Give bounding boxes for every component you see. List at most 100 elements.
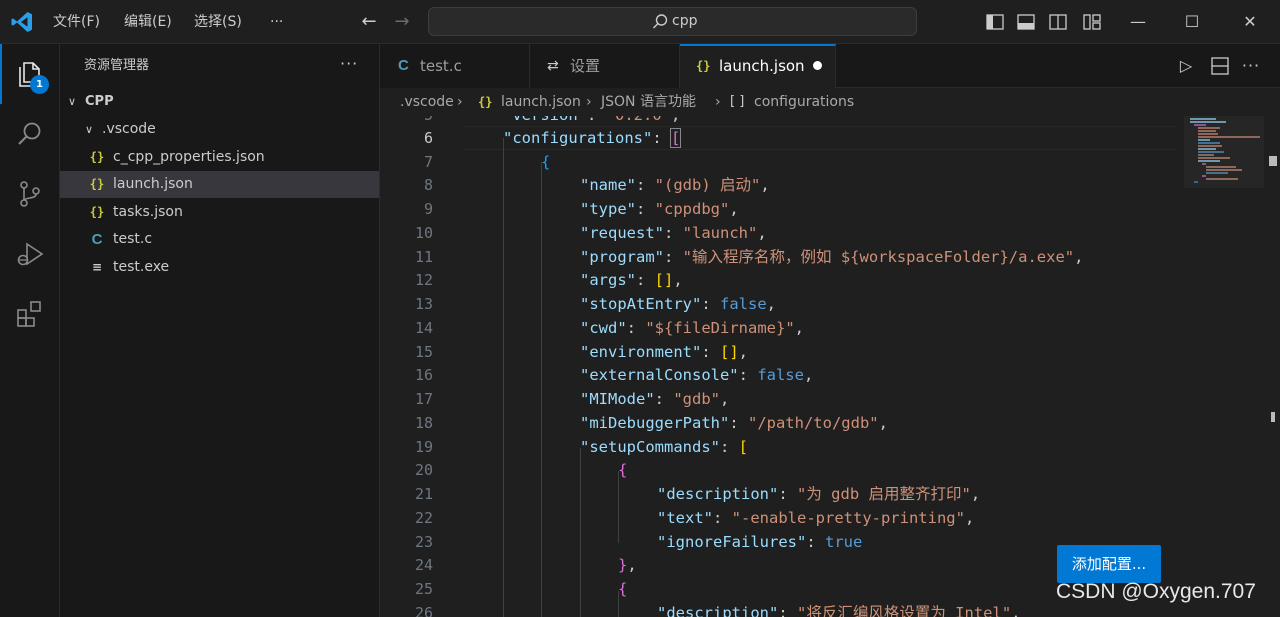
unsaved-dot-icon[interactable] (813, 61, 822, 70)
active-indicator (0, 44, 2, 104)
line-number: 17 (414, 390, 433, 408)
add-configuration-button[interactable]: 添加配置... (1057, 545, 1161, 583)
menu-file[interactable]: 文件(F) (53, 0, 100, 44)
scroll-marker (1269, 156, 1277, 166)
search-icon (18, 122, 41, 145)
tab-launch-json[interactable]: {} launch.json (680, 44, 836, 89)
tree-item-label: launch.json (113, 176, 193, 192)
code-line-6: "configurations": [ (503, 128, 682, 148)
forward-arrow-icon[interactable]: → (390, 10, 414, 34)
line-number: 13 (414, 295, 433, 313)
chevron-right-icon: › (586, 94, 592, 110)
customize-layout-icon[interactable] (1082, 12, 1102, 32)
chevron-down-icon: ∨ (67, 95, 77, 108)
command-center-search[interactable]: cpp (428, 7, 917, 36)
code-line-15: "environment": [], (580, 343, 749, 361)
activity-run-debug[interactable] (0, 224, 60, 284)
code-line-10: "request": "launch", (580, 224, 767, 242)
code-area[interactable]: "version": "0.2.0", "configurations": [ … (465, 116, 1175, 617)
code-editor[interactable]: 5 6 7 8 9 10 11 12 13 14 15 16 17 18 19 … (380, 116, 1280, 617)
activity-explorer[interactable]: 1 (0, 44, 60, 104)
breadcrumb-json-language[interactable]: JSON 语言功能 (601, 88, 696, 116)
indent-guide (541, 162, 542, 617)
toggle-secondary-sidebar-icon[interactable] (1048, 12, 1068, 32)
tree-item-label: .vscode (102, 121, 156, 137)
tab-label: test.c (420, 57, 462, 75)
line-number: 24 (414, 556, 433, 574)
code-line-24: }, (618, 556, 637, 574)
json-file-icon: {} (696, 59, 711, 73)
line-number: 18 (414, 414, 433, 432)
line-number: 16 (414, 366, 433, 384)
line-number-gutter: 5 6 7 8 9 10 11 12 13 14 15 16 17 18 19 … (380, 116, 465, 617)
line-number: 26 (414, 604, 433, 617)
code-line-23: "ignoreFailures": true (657, 533, 863, 551)
toggle-panel-icon[interactable] (1016, 12, 1036, 32)
tree-item-label: test.exe (113, 259, 170, 275)
line-number: 21 (414, 485, 433, 503)
minimap[interactable] (1176, 116, 1266, 617)
code-line-17: "MIMode": "gdb", (580, 390, 730, 408)
code-line-19: "setupCommands": [ (580, 438, 748, 456)
search-text: cpp (672, 13, 698, 29)
tree-item-c-cpp-properties[interactable]: {} c_cpp_properties.json (60, 144, 379, 171)
code-line-21: "description": "为 gdb 启用整齐打印", (657, 485, 981, 503)
breadcrumb-vscode[interactable]: .vscode (400, 88, 454, 116)
code-line-8: "name": "(gdb) 启动", (580, 176, 770, 194)
back-arrow-icon[interactable]: ← (357, 10, 381, 34)
activity-bar: 1 (0, 44, 60, 617)
code-line-25: { (618, 580, 628, 598)
vscode-logo-icon (11, 12, 32, 32)
json-file-icon: {} (89, 177, 105, 191)
sidebar-title: 资源管理器 (84, 58, 150, 73)
json-file-icon: {} (89, 205, 105, 219)
breadcrumb-launch-json[interactable]: launch.json (501, 88, 581, 116)
json-file-icon: {} (478, 95, 493, 109)
extensions-icon (17, 301, 41, 327)
code-line-26: "description": "将反汇编风格设置为 Intel", (657, 604, 1021, 617)
split-editor-icon[interactable] (1209, 55, 1231, 77)
c-file-icon: C (91, 231, 103, 248)
code-line-7: { (541, 153, 551, 171)
vertical-scrollbar[interactable] (1266, 116, 1280, 617)
tab-label: 设置 (570, 57, 601, 75)
scroll-marker (1271, 412, 1275, 422)
breadcrumb-configurations[interactable]: configurations (754, 88, 854, 116)
chevron-right-icon: › (457, 94, 463, 110)
explorer-badge: 1 (30, 75, 49, 94)
minimize-icon[interactable]: — (1124, 8, 1152, 36)
menu-more[interactable]: ··· (270, 0, 283, 44)
activity-source-control[interactable] (0, 164, 60, 224)
more-actions-icon[interactable]: ··· (1240, 55, 1262, 77)
toggle-primary-sidebar-icon[interactable] (985, 12, 1005, 32)
maximize-icon[interactable]: ☐ (1178, 8, 1206, 36)
menu-selection[interactable]: 选择(S) (194, 0, 242, 44)
activity-search[interactable] (0, 104, 60, 164)
tree-item-cpp[interactable]: ∨ CPP (60, 88, 379, 115)
line-number: 12 (414, 271, 433, 289)
code-line-12: "args": [], (580, 271, 683, 289)
tree-item-tasks-json[interactable]: {} tasks.json (60, 199, 379, 226)
explorer-sidebar: 资源管理器 ··· ∨ CPP ∨ .vscode {} c_cpp_prope… (60, 44, 380, 617)
tree-item-test-exe[interactable]: ≡ test.exe (60, 254, 379, 281)
activity-extensions[interactable] (0, 284, 60, 344)
menu-edit[interactable]: 编辑(E) (124, 0, 172, 44)
json-file-icon: {} (89, 150, 105, 164)
tree-item-test-c[interactable]: C test.c (60, 226, 379, 253)
search-icon (653, 14, 668, 29)
indent-guide (580, 448, 581, 617)
breadcrumb: .vscode › {} launch.json › JSON 语言功能 › [… (380, 88, 1280, 116)
tree-item-vscode[interactable]: ∨ .vscode (60, 116, 379, 143)
tab-test-c[interactable]: C test.c (380, 44, 530, 88)
line-number: 20 (414, 461, 433, 479)
tab-settings[interactable]: ⇄ 设置 (530, 44, 680, 88)
c-file-icon: C (398, 57, 409, 74)
close-icon[interactable]: ✕ (1236, 8, 1264, 36)
run-icon[interactable]: ▷ (1175, 55, 1197, 77)
code-line-11: "program": "输入程序名称，例如 ${workspaceFolder}… (580, 248, 1084, 266)
code-line-13: "stopAtEntry": false, (580, 295, 777, 313)
line-number: 7 (423, 153, 433, 171)
tree-item-launch-json[interactable]: {} launch.json (60, 171, 379, 198)
line-number: 14 (414, 319, 433, 337)
more-actions-icon[interactable]: ··· (340, 44, 358, 88)
